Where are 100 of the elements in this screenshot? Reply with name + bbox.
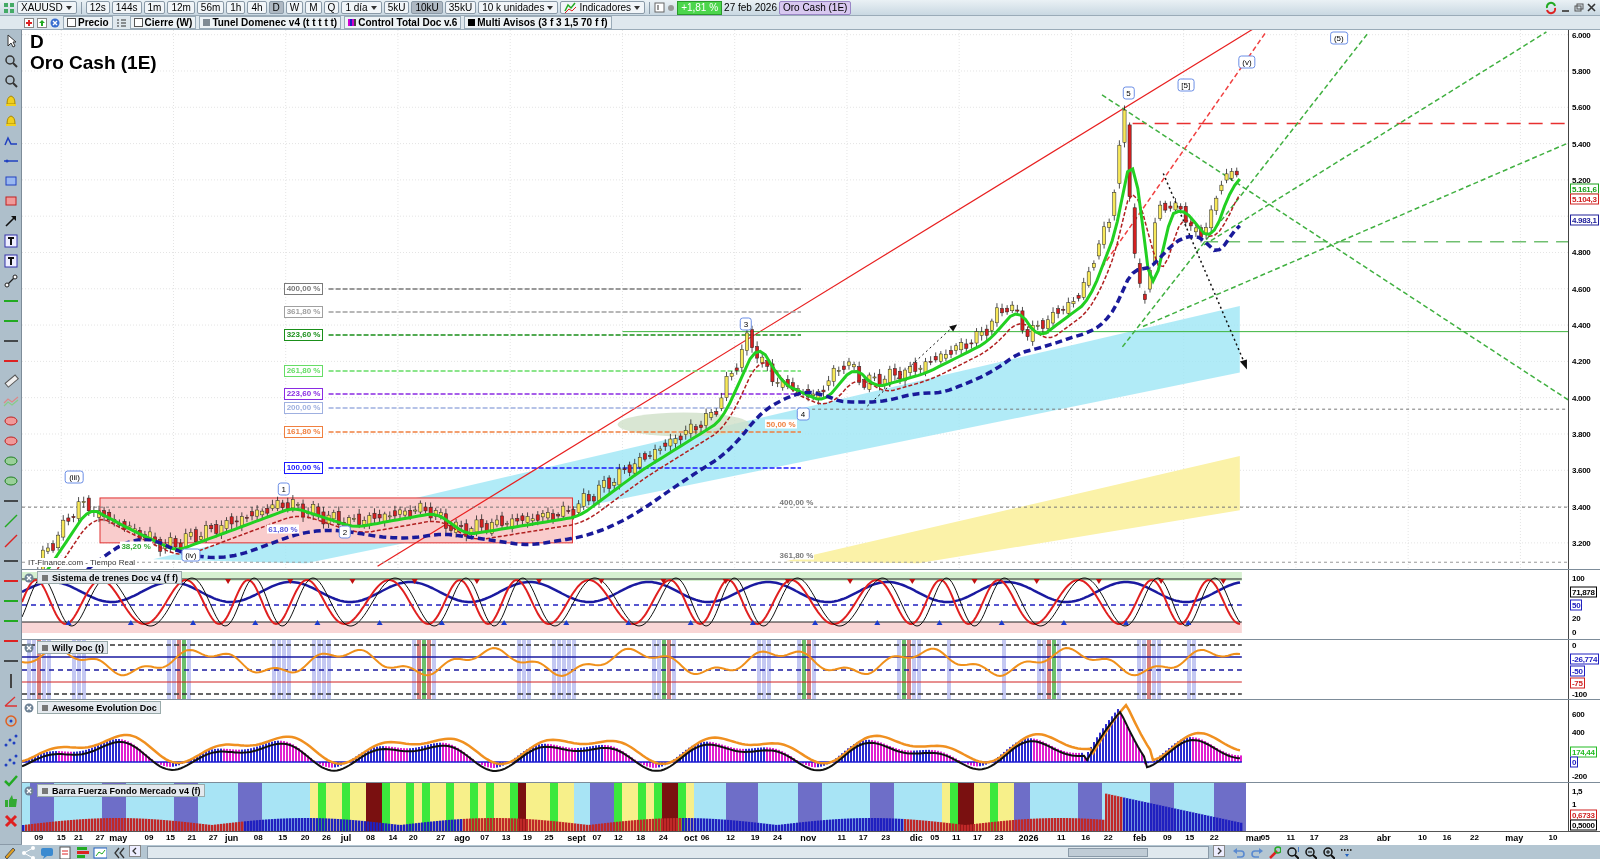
close-icon[interactable] — [50, 17, 60, 28]
date-label: 12 — [726, 833, 736, 842]
checkbox[interactable] — [133, 18, 143, 27]
redo-icon[interactable] — [1249, 845, 1263, 859]
timeframe-button[interactable]: 12m — [167, 1, 195, 14]
close-icon[interactable] — [24, 572, 34, 583]
restore-icon[interactable] — [1573, 2, 1584, 13]
close-icon[interactable] — [24, 642, 34, 653]
date-label: 08 — [365, 833, 375, 842]
rectangle-icon[interactable] — [2, 173, 19, 189]
price-axis-label: 3.400 — [1572, 502, 1591, 512]
scroll-thumb[interactable] — [1068, 847, 1148, 857]
timeframe-button[interactable]: 1m — [143, 1, 166, 14]
price-tag: 5.161,6 — [1570, 183, 1599, 195]
color-swatch — [348, 19, 357, 26]
timeframe-button[interactable]: 144s — [111, 1, 142, 14]
units-button[interactable]: 10kU — [411, 1, 443, 14]
document-icon[interactable] — [57, 845, 71, 859]
wave-count-label: (5) — [1329, 31, 1348, 45]
value-tag: 0,5000 — [1570, 819, 1597, 831]
points-icon[interactable] — [2, 753, 19, 769]
ellipse-icon[interactable] — [2, 473, 19, 489]
indicator-icon — [41, 573, 49, 582]
timeframe-button[interactable]: 12s — [85, 1, 110, 14]
add-icon[interactable] — [24, 17, 34, 28]
timeframe-button[interactable]: M — [305, 1, 322, 14]
symbol-dropdown[interactable]: XAUUSD — [17, 1, 77, 14]
month-label: jun — [224, 833, 239, 843]
ellipse-icon[interactable] — [2, 433, 19, 449]
text-tool-icon[interactable] — [2, 233, 19, 249]
scrollbar[interactable] — [147, 845, 1209, 859]
thumbs-up-icon[interactable] — [2, 793, 19, 809]
legend-label: Control Total Doc v.6 — [358, 17, 458, 28]
indicators-button[interactable]: Indicadores — [560, 1, 646, 14]
checkbox[interactable] — [67, 18, 76, 27]
timeframe-button[interactable]: 1h — [226, 1, 246, 14]
search-icon[interactable] — [2, 73, 19, 89]
fibonacci-level-label: 223,60 % — [283, 387, 324, 400]
date-label: 24 — [773, 833, 782, 842]
scroll-left-icon[interactable] — [129, 845, 143, 859]
timeframe-button[interactable]: 4h — [247, 1, 267, 14]
circle-icon[interactable] — [2, 713, 19, 729]
date-label: 24 — [658, 833, 668, 842]
axis-label: 0 — [1572, 627, 1577, 637]
date-label: 11 — [837, 833, 847, 842]
date-label: 27 — [208, 833, 218, 842]
scroll-right-icon[interactable] — [1213, 845, 1227, 859]
legend-item[interactable]: Cierre (W) — [129, 16, 197, 29]
fibonacci-level-label: 400,00 % — [283, 282, 324, 295]
date-label: 20 — [300, 833, 310, 842]
zoom-out-icon[interactable] — [1303, 845, 1317, 859]
legend-item[interactable]: Precio — [63, 16, 113, 29]
ellipse-icon[interactable] — [2, 413, 19, 429]
axis-label: 100 — [1572, 573, 1585, 583]
period-dropdown[interactable]: 1 día — [341, 1, 382, 14]
zoom-fit-icon[interactable] — [1285, 845, 1299, 859]
chart-window-icon[interactable] — [93, 845, 107, 859]
month-label: jul — [340, 833, 352, 843]
timeframe-button[interactable]: W — [285, 1, 304, 14]
bar-icon[interactable] — [75, 845, 89, 859]
caret-icon — [633, 3, 642, 12]
refresh-icon[interactable] — [1544, 0, 1558, 15]
ellipse-icon[interactable] — [2, 453, 19, 469]
units-dropdown[interactable]: 10 k unidades — [478, 1, 559, 14]
legend-item[interactable]: Multi Avisos (3 f 3 1,5 70 f f) — [464, 16, 612, 29]
fibonacci-level-label: 261,80 % — [283, 365, 324, 378]
text-tool-icon[interactable] — [2, 253, 19, 269]
date-label: 10 — [1548, 833, 1558, 842]
list-icon[interactable] — [115, 17, 127, 28]
line-chart-icon — [564, 1, 578, 14]
wave-count-label: 4 — [796, 407, 810, 421]
date-label: 19 — [523, 833, 532, 842]
close-icon[interactable] — [1586, 2, 1597, 13]
units-button[interactable]: 35kU — [444, 1, 477, 14]
legend-label: Tunel Domenec v4 (t t t t t) — [212, 17, 338, 28]
wave-count-label: (iii) — [65, 470, 84, 483]
checkmark-icon[interactable] — [2, 773, 19, 789]
line-segment-icon[interactable] — [2, 273, 19, 289]
points-icon[interactable] — [2, 733, 19, 749]
up-arrow-icon[interactable] — [37, 17, 47, 28]
legend-item[interactable]: Tunel Domenec v4 (t t t t t) — [199, 16, 342, 29]
units-button[interactable]: 5kU — [383, 1, 410, 14]
date-label: 25 — [544, 833, 554, 842]
price-axis-label: 3.600 — [1572, 465, 1591, 475]
price-axis-label: 5.400 — [1572, 139, 1591, 149]
date-label: 08 — [253, 833, 263, 842]
month-label: dic — [909, 833, 923, 843]
chat-icon[interactable] — [39, 845, 53, 859]
chart-name-label: Oro Cash (1E) — [778, 0, 852, 15]
month-label: may — [1505, 833, 1524, 843]
search-icon[interactable] — [2, 53, 19, 69]
price-axis-label: 6.000 — [1572, 30, 1591, 40]
diagonal-line-icon[interactable] — [2, 533, 19, 549]
timeframe-button[interactable]: 56m — [196, 1, 225, 14]
timeframe-button[interactable]: Q — [323, 1, 340, 14]
legend-item[interactable]: Control Total Doc v.6 — [344, 16, 462, 29]
timeframe-button[interactable]: D — [268, 1, 284, 14]
zoom-in-icon[interactable] — [1321, 845, 1335, 859]
delete-icon[interactable] — [2, 813, 19, 829]
grid-icon — [3, 1, 15, 14]
